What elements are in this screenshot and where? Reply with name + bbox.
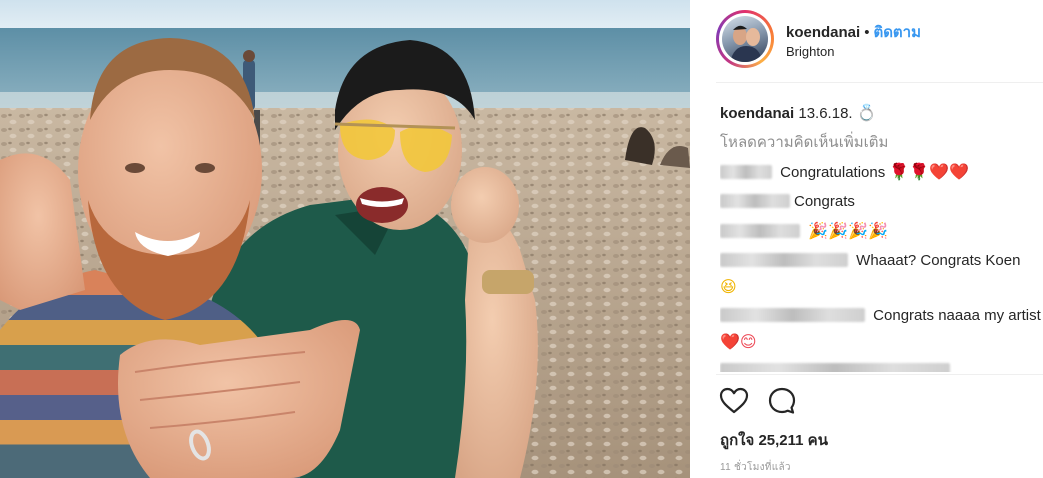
blurred-comment: [720, 363, 950, 372]
caption-username[interactable]: koendanai: [720, 105, 794, 122]
comment-item: 🎉🎉🎉🎉: [720, 216, 1043, 246]
comment-item: Congrats: [720, 187, 1043, 216]
comment-item-partial: [720, 356, 1043, 372]
caption-text: 13.6.18.: [798, 105, 853, 122]
comment-text: Congrats naaaa my artist: [873, 307, 1041, 324]
beach-selfie-image: [0, 0, 690, 478]
load-more-comments[interactable]: โหลดความคิดเห็นเพิ่มเติม: [720, 128, 1043, 157]
avatar-photo: [722, 16, 768, 62]
action-bar: [718, 385, 810, 417]
header-divider: [716, 82, 1043, 83]
heart-icon[interactable]: [718, 385, 750, 417]
caption: koendanai 13.6.18. 💍: [720, 98, 1043, 128]
comment-item: Congratulations 🌹🌹❤️❤️: [720, 157, 1043, 187]
username-line: koendanai • ติดตาม: [786, 20, 921, 44]
ring-icon: 💍: [856, 103, 877, 122]
laughing-emoji: 😆: [720, 277, 737, 296]
comment-bubble-icon[interactable]: [766, 385, 798, 417]
comment-item: Congrats naaaa my artist ❤️😊: [720, 301, 1043, 356]
blurred-username: [720, 165, 772, 179]
blurred-username: [720, 308, 865, 322]
post-header: koendanai • ติดตาม Brighton: [690, 0, 1043, 82]
comment-text: Congrats: [794, 193, 855, 210]
blurred-username: [720, 194, 790, 208]
avatar[interactable]: [716, 10, 774, 68]
separator-dot: •: [864, 24, 870, 41]
comment-text: Congratulations: [780, 164, 886, 181]
comment-text: Whaaat? Congrats Koen: [856, 252, 1021, 269]
actions-divider: [716, 374, 1043, 375]
party-popper-emoji: 🎉🎉🎉🎉: [808, 221, 888, 240]
roses-hearts-emoji: 🌹🌹❤️❤️: [889, 162, 970, 181]
location-link[interactable]: Brighton: [786, 44, 834, 59]
username-link[interactable]: koendanai: [786, 24, 860, 41]
comment-item: Whaaat? Congrats Koen 😆: [720, 246, 1043, 301]
likes-count[interactable]: ถูกใจ 25,211 คน: [720, 428, 828, 452]
comments-list[interactable]: koendanai 13.6.18. 💍 โหลดความคิดเห็นเพิ่…: [720, 98, 1043, 372]
heart-smile-emoji: ❤️😊: [720, 332, 757, 351]
follow-button[interactable]: ติดตาม: [873, 24, 921, 41]
post-timestamp[interactable]: 11 ชั่วโมงที่แล้ว: [720, 460, 791, 475]
blurred-username: [720, 253, 848, 267]
post-photo[interactable]: [0, 0, 690, 478]
blurred-username: [720, 224, 800, 238]
post-side-panel: koendanai • ติดตาม Brighton koendanai 13.6…: [690, 0, 1043, 478]
